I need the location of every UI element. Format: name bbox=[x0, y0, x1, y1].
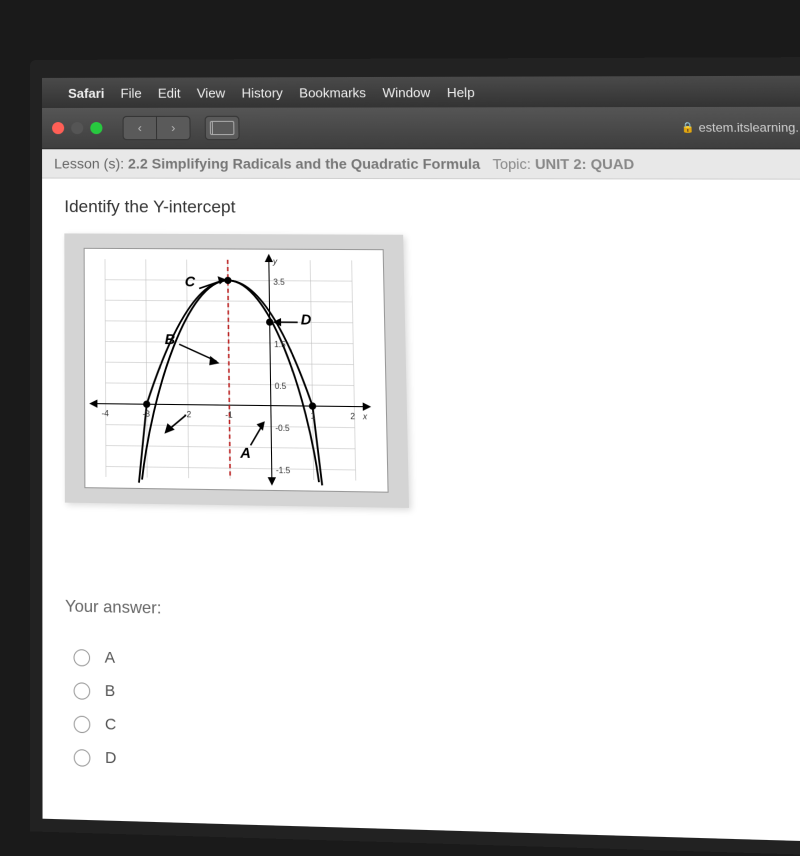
svg-text:1.5: 1.5 bbox=[274, 340, 286, 350]
breadcrumb: Lesson (s): 2.2 Simplifying Radicals and… bbox=[42, 149, 800, 179]
back-button[interactable]: ‹ bbox=[123, 116, 157, 140]
radio-icon[interactable] bbox=[74, 749, 91, 767]
svg-text:B: B bbox=[165, 331, 176, 348]
topic-title: UNIT 2: QUAD bbox=[535, 156, 635, 173]
lock-icon: 🔒 bbox=[681, 122, 695, 133]
option-label: D bbox=[105, 749, 116, 768]
content-area: Identify the Y-intercept bbox=[42, 179, 800, 856]
svg-text:D: D bbox=[301, 311, 312, 328]
menu-view[interactable]: View bbox=[197, 85, 226, 100]
svg-text:1: 1 bbox=[311, 411, 316, 421]
minimize-icon[interactable] bbox=[71, 122, 83, 134]
radio-icon[interactable] bbox=[74, 715, 91, 733]
option-label: C bbox=[105, 715, 116, 734]
svg-text:-0.5: -0.5 bbox=[275, 423, 290, 433]
menu-history[interactable]: History bbox=[241, 85, 283, 100]
svg-text:-3: -3 bbox=[143, 409, 151, 419]
svg-text:0.5: 0.5 bbox=[275, 382, 287, 392]
svg-text:-1.5: -1.5 bbox=[276, 466, 291, 476]
svg-text:-4: -4 bbox=[102, 409, 110, 418]
maximize-icon[interactable] bbox=[90, 122, 102, 134]
svg-text:A: A bbox=[239, 444, 251, 461]
parabola-graph: 3.5 1.5 0.5 -0.5 -1.5 -4 -3 -2 -1 1 2 x … bbox=[84, 248, 389, 493]
menu-help[interactable]: Help bbox=[447, 84, 475, 99]
laptop-frame: Safari File Edit View History Bookmarks … bbox=[30, 57, 800, 856]
question-prompt: Identify the Y-intercept bbox=[64, 197, 796, 220]
option-label: A bbox=[105, 649, 116, 667]
menu-bookmarks[interactable]: Bookmarks bbox=[299, 85, 366, 100]
graph-container: 3.5 1.5 0.5 -0.5 -1.5 -4 -3 -2 -1 1 2 x … bbox=[64, 233, 409, 508]
close-icon[interactable] bbox=[52, 122, 64, 134]
menu-file[interactable]: File bbox=[121, 85, 142, 100]
menu-bar: Safari File Edit View History Bookmarks … bbox=[42, 76, 800, 108]
url-text: estem.itslearning. bbox=[698, 120, 799, 135]
radio-icon[interactable] bbox=[73, 649, 90, 666]
lesson-title: 2.2 Simplifying Radicals and the Quadrat… bbox=[128, 155, 480, 172]
url-bar[interactable]: 🔒 estem.itslearning. bbox=[248, 120, 800, 135]
browser-toolbar: ‹ › 🔒 estem.itslearning. bbox=[42, 107, 800, 150]
menu-edit[interactable]: Edit bbox=[158, 85, 181, 100]
app-name[interactable]: Safari bbox=[68, 85, 104, 100]
option-label: B bbox=[105, 682, 116, 701]
answer-options: A B C D bbox=[65, 640, 800, 794]
lesson-label: Lesson (s): bbox=[54, 155, 124, 171]
traffic-lights bbox=[52, 122, 102, 134]
svg-text:y: y bbox=[272, 257, 278, 266]
menu-window[interactable]: Window bbox=[382, 84, 430, 99]
svg-text:3.5: 3.5 bbox=[273, 278, 285, 287]
nav-buttons: ‹ › bbox=[123, 116, 191, 140]
svg-text:-2: -2 bbox=[184, 410, 192, 420]
topic-label: Topic: bbox=[492, 156, 531, 173]
sidebar-toggle-button[interactable] bbox=[205, 116, 240, 140]
svg-text:2: 2 bbox=[350, 412, 355, 422]
svg-text:-1: -1 bbox=[225, 410, 233, 420]
answer-label: Your answer: bbox=[65, 598, 800, 633]
svg-text:x: x bbox=[362, 412, 368, 422]
svg-text:C: C bbox=[185, 273, 196, 290]
radio-icon[interactable] bbox=[74, 682, 91, 700]
forward-button[interactable]: › bbox=[156, 116, 191, 140]
